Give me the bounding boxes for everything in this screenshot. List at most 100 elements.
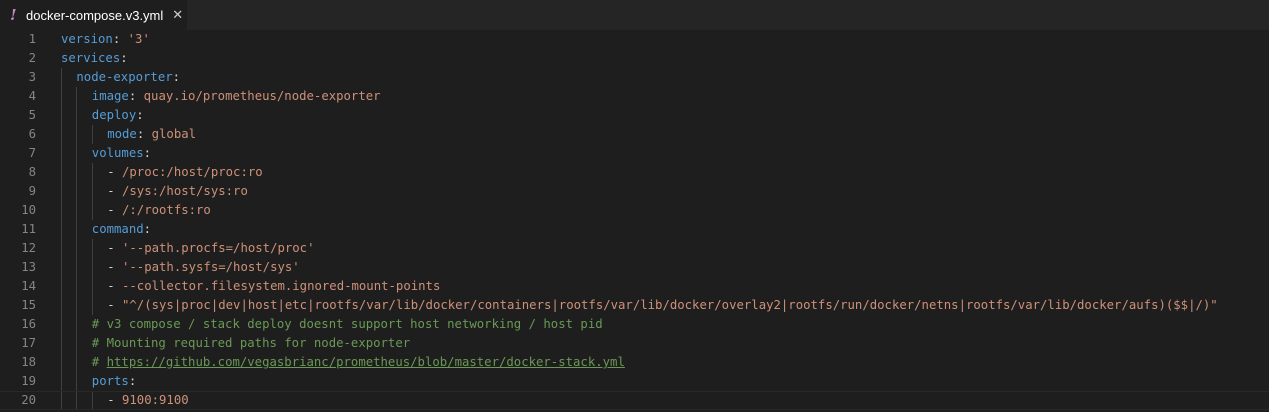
code-token: # Mounting required paths for node-expor… <box>91 336 411 350</box>
code-line[interactable]: 14 - --collector.filesystem.ignored-mount… <box>0 277 1269 296</box>
code-line[interactable]: 7 volumes: <box>0 144 1269 163</box>
line-number: 10 <box>21 203 36 217</box>
code-line[interactable]: 20 - 9100:9100 <box>0 391 1269 410</box>
code-line[interactable]: 5 deploy: <box>0 106 1269 125</box>
code-line[interactable]: 19 ports: <box>0 372 1269 391</box>
code-token: quay.io/prometheus/node-exporter <box>143 89 381 103</box>
code-text: - /:/rootfs:ro <box>107 201 211 220</box>
code-text: # Mounting required paths for node-expor… <box>92 334 410 353</box>
indent-guide <box>61 106 62 125</box>
code-text: services: <box>61 49 128 68</box>
indent-guide <box>76 353 78 372</box>
indent-guide <box>76 392 78 409</box>
code-text: image: quay.io/prometheus/node-exporter <box>92 87 381 106</box>
indent-guide <box>76 220 78 239</box>
code-line[interactable]: 3 node-exporter: <box>0 68 1269 87</box>
indent-guide <box>76 125 78 144</box>
code-text: node-exporter: <box>76 68 180 87</box>
indent-guide <box>76 106 78 125</box>
line-number: 6 <box>28 127 36 141</box>
code-text: - "^/(sys|proc|dev|host|etc|rootfs/var/l… <box>107 296 1218 315</box>
code-token: mode <box>107 127 137 141</box>
code-text: - '--path.procfs=/host/proc' <box>107 239 314 258</box>
indent-guide <box>76 182 78 201</box>
editor-tab-bar: ! docker-compose.v3.yml ✕ <box>0 0 1269 30</box>
code-token: image <box>91 89 129 103</box>
code-token: '--path.procfs=/host/proc' <box>122 241 315 255</box>
indent-guide <box>76 296 78 315</box>
code-line[interactable]: 2 services: <box>0 49 1269 68</box>
code-line[interactable]: 10 - /:/rootfs:ro <box>0 201 1269 220</box>
indent-guide <box>76 315 78 334</box>
code-line[interactable]: 4 image: quay.io/prometheus/node-exporter <box>0 87 1269 106</box>
code-line[interactable]: 13 - '--path.sysfs=/host/sys' <box>0 258 1269 277</box>
indent-guide <box>76 239 78 258</box>
tab-docker-compose[interactable]: ! docker-compose.v3.yml ✕ <box>0 0 187 30</box>
code-line[interactable]: 9 - /sys:/host/sys:ro <box>0 182 1269 201</box>
code-token: global <box>151 127 197 141</box>
line-number: 14 <box>21 279 36 293</box>
code-token: : <box>143 222 152 236</box>
line-number: 19 <box>21 374 36 388</box>
code-line[interactable]: 12 - '--path.procfs=/host/proc' <box>0 239 1269 258</box>
code-token: volumes <box>91 146 144 160</box>
code-token: # v3 compose / stack deploy doesnt suppo… <box>91 317 603 331</box>
yaml-file-icon: ! <box>10 6 17 24</box>
line-number: 12 <box>21 241 36 255</box>
indent-guide <box>91 125 93 144</box>
indent-guide <box>91 201 93 220</box>
indent-guide <box>61 334 62 353</box>
code-line[interactable]: 1 version: '3' <box>0 30 1269 49</box>
code-text: ports: <box>92 372 136 391</box>
line-number: 1 <box>28 32 36 46</box>
code-token: ports <box>91 374 129 388</box>
indent-guide <box>91 239 93 258</box>
line-number: 18 <box>21 355 36 369</box>
code-text: # v3 compose / stack deploy doesnt suppo… <box>92 315 603 334</box>
indent-guide <box>91 258 93 277</box>
indent-guide <box>61 258 62 277</box>
code-token: : <box>136 108 144 122</box>
code-line[interactable]: 15 - "^/(sys|proc|dev|host|etc|rootfs/var… <box>0 296 1269 315</box>
code-line[interactable]: 8 - /proc:/host/proc:ro <box>0 163 1269 182</box>
code-token: - <box>107 260 122 274</box>
code-token: - <box>107 165 122 179</box>
code-token: : <box>128 374 137 388</box>
indent-guide <box>76 334 78 353</box>
code-token: : <box>136 127 152 141</box>
indent-guide <box>61 144 62 163</box>
indent-guide <box>91 182 93 201</box>
code-text: - '--path.sysfs=/host/sys' <box>107 258 300 277</box>
code-line[interactable]: 11 command: <box>0 220 1269 239</box>
line-number: 13 <box>21 260 36 274</box>
line-number: 8 <box>28 165 36 179</box>
code-text: command: <box>92 220 151 239</box>
code-editor[interactable]: 1 version: '3' 2 services: 3 node-exporter: 4 i… <box>0 30 1269 412</box>
code-token: version <box>61 32 113 46</box>
code-line[interactable]: 6 mode: global <box>0 125 1269 144</box>
code-line[interactable]: 18 # https://github.com/vegasbrianc/prome… <box>0 353 1269 372</box>
indent-guide <box>61 68 62 87</box>
code-token: --collector.filesystem.ignored-mount-poi… <box>122 279 441 293</box>
indent-guide <box>91 392 93 409</box>
indent-guide <box>76 144 78 163</box>
indent-guide <box>61 163 62 182</box>
code-token: '3' <box>127 32 150 46</box>
line-number: 4 <box>28 89 36 103</box>
code-token: /:/rootfs:ro <box>122 203 211 217</box>
code-text: - --collector.filesystem.ignored-mount-p… <box>107 277 440 296</box>
indent-guide <box>91 296 93 315</box>
indent-guide <box>91 163 93 182</box>
code-line[interactable]: 16 # v3 compose / stack deploy doesnt sup… <box>0 315 1269 334</box>
code-text: mode: global <box>107 125 196 144</box>
line-number: 20 <box>21 393 36 407</box>
link-token[interactable]: https://github.com/vegasbrianc/prometheu… <box>107 355 625 369</box>
close-icon[interactable]: ✕ <box>172 8 183 23</box>
code-token: node-exporter <box>76 70 173 84</box>
indent-guide <box>61 296 62 315</box>
code-token: /proc:/host/proc:ro <box>122 165 263 179</box>
code-text: # https://github.com/vegasbrianc/prometh… <box>92 353 625 372</box>
code-line[interactable]: 17 # Mounting required paths for node-exp… <box>0 334 1269 353</box>
line-number: 16 <box>21 317 36 331</box>
line-number: 9 <box>28 184 36 198</box>
